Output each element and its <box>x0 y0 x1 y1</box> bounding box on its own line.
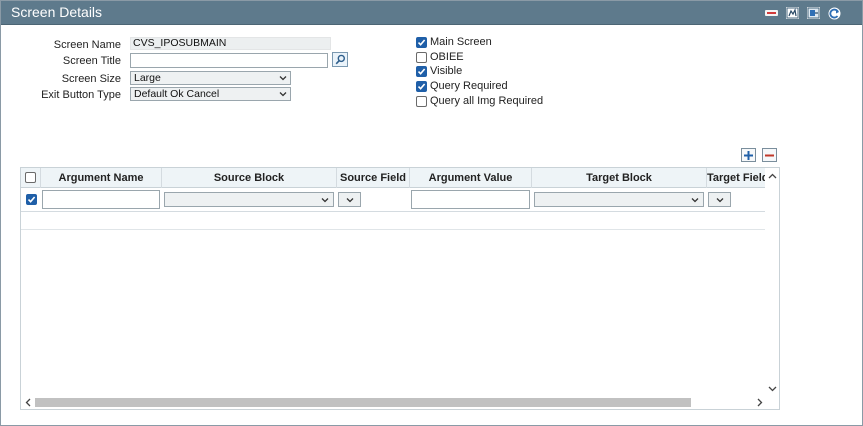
col-target-block[interactable]: Target Block <box>532 168 707 188</box>
screen-title-input[interactable] <box>130 53 328 68</box>
main-screen-label: Main Screen <box>430 36 492 48</box>
chevron-down-icon <box>716 198 724 203</box>
screen-title-label: Screen Title <box>62 55 121 67</box>
select-all-cell <box>21 168 41 188</box>
select-all-checkbox[interactable] <box>25 172 36 183</box>
chevron-down-icon <box>279 92 287 97</box>
vertical-scrollbar[interactable] <box>765 168 779 396</box>
query-all-img-required-checkbox[interactable] <box>416 95 427 107</box>
arguments-grid: Argument Name Source Block Source Field … <box>20 167 780 410</box>
chevron-down-icon <box>321 198 329 203</box>
screen-name-label: Screen Name <box>53 39 121 51</box>
export-icon[interactable] <box>806 6 821 20</box>
report-icon[interactable] <box>785 6 800 20</box>
option-query-all-img-required[interactable]: Query all Img Required <box>416 95 543 107</box>
visible-checkbox[interactable] <box>416 65 427 77</box>
screen-size-select[interactable]: Large <box>130 71 291 85</box>
col-argument-value[interactable]: Argument Value <box>410 168 532 188</box>
minus-icon[interactable] <box>764 6 779 20</box>
col-source-block[interactable]: Source Block <box>162 168 337 188</box>
grid-header: Argument Name Source Block Source Field … <box>21 168 767 188</box>
target-field-select[interactable] <box>708 192 731 207</box>
chevron-down-icon <box>346 198 354 203</box>
minus-icon <box>765 154 774 156</box>
option-visible[interactable]: Visible <box>416 65 462 77</box>
scroll-up-icon[interactable] <box>767 171 777 181</box>
screen-size-label: Screen Size <box>61 73 121 85</box>
title-toolbar <box>764 6 842 20</box>
target-block-select[interactable] <box>534 192 704 207</box>
horizontal-scrollbar[interactable] <box>21 395 779 409</box>
grid-toolbar <box>741 148 777 162</box>
row-select-checkbox[interactable] <box>26 194 37 205</box>
scroll-right-icon[interactable] <box>755 397 765 407</box>
screen-size-selected: Large <box>134 72 161 84</box>
argument-value-input[interactable] <box>411 190 530 209</box>
remove-row-button[interactable] <box>762 148 777 162</box>
visible-label: Visible <box>430 65 463 77</box>
source-field-select[interactable] <box>338 192 361 207</box>
title-bar: Screen Details <box>1 1 862 25</box>
scroll-left-icon[interactable] <box>23 397 33 407</box>
main-screen-checkbox[interactable] <box>416 36 427 48</box>
source-block-select[interactable] <box>164 192 334 207</box>
obiee-label: OBIEE <box>430 51 464 63</box>
obiee-checkbox[interactable] <box>416 51 427 63</box>
exit-button-type-selected: Default Ok Cancel <box>134 88 220 100</box>
argument-name-input[interactable] <box>42 190 160 209</box>
window-title: Screen Details <box>11 4 103 20</box>
add-row-button[interactable] <box>741 148 756 162</box>
query-all-img-required-label: Query all Img Required <box>430 95 544 107</box>
option-main-screen[interactable]: Main Screen <box>416 36 492 48</box>
screen-name-value: CVS_IPOSUBMAIN <box>130 37 331 50</box>
col-target-field[interactable]: Target Field <box>707 168 767 188</box>
table-row-empty <box>21 212 767 230</box>
exit-button-type-label: Exit Button Type <box>41 89 121 101</box>
col-argument-name[interactable]: Argument Name <box>41 168 162 188</box>
option-query-required[interactable]: Query Required <box>416 80 508 92</box>
refresh-icon[interactable] <box>827 6 842 20</box>
query-required-label: Query Required <box>430 80 508 92</box>
horizontal-scroll-thumb[interactable] <box>35 398 691 407</box>
query-required-checkbox[interactable] <box>416 80 427 92</box>
chevron-down-icon <box>691 198 699 203</box>
table-row <box>21 188 767 212</box>
screen-title-lookup-button[interactable] <box>332 52 348 67</box>
exit-button-type-select[interactable]: Default Ok Cancel <box>130 87 291 101</box>
option-obiee[interactable]: OBIEE <box>416 51 464 63</box>
search-icon <box>335 54 345 65</box>
chevron-down-icon <box>279 76 287 81</box>
plus-icon <box>744 150 753 160</box>
col-source-field[interactable]: Source Field <box>337 168 410 188</box>
scroll-down-icon[interactable] <box>767 384 777 394</box>
screen-details-window: Screen Details Screen Name CVS_IPOSUBMAI… <box>0 0 863 426</box>
